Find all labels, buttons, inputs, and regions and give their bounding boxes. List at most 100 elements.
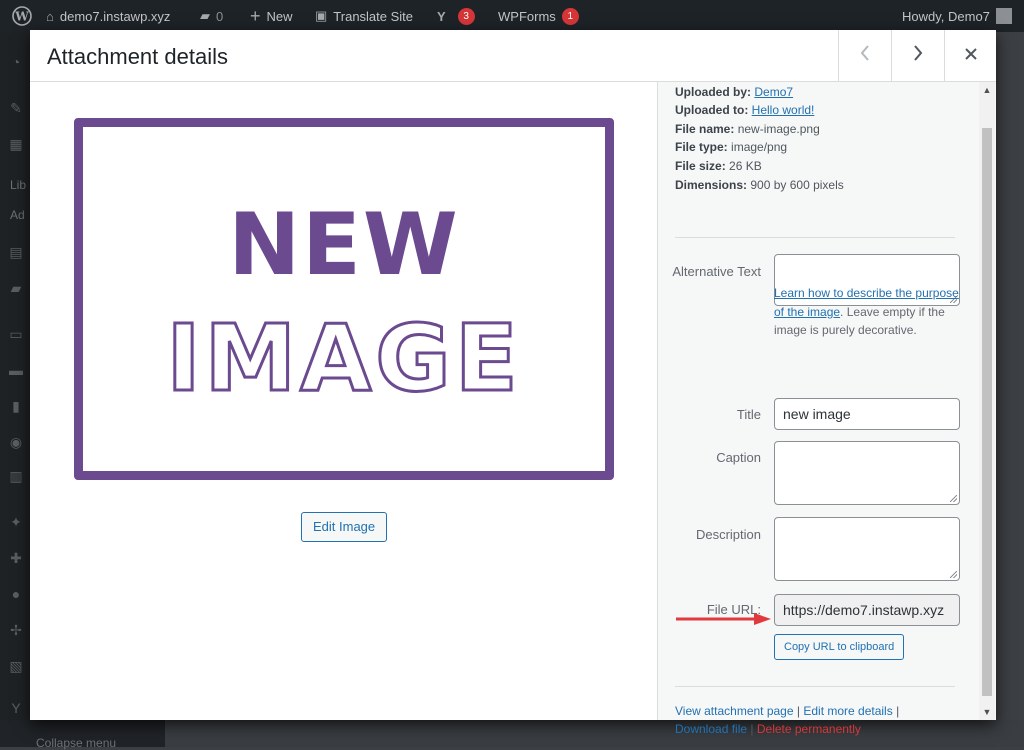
translate-icon: ▣ [315,8,328,23]
site-name-link[interactable]: ⌂ demo7.instawp.xyz [46,0,170,32]
wpforms-label: WPForms [498,8,556,24]
download-file-link[interactable]: Download file [675,722,747,736]
posts-icon[interactable]: ✎ [8,100,24,116]
attachment-actions: View attachment page | Edit more details… [675,702,975,738]
close-button[interactable] [944,30,997,81]
copy-url-button[interactable]: Copy URL to clipboard [774,634,905,660]
dimensions: Dimensions: 900 by 600 pixels [675,178,844,192]
edit-more-details-link[interactable]: Edit more details [803,704,892,718]
yoast-link[interactable]: Y 3 [437,0,475,32]
attachment-image: NEW IMAGE [74,118,614,480]
uploaded-to-label: Uploaded to: [675,103,749,117]
alt-text-help: Learn how to describe the purpose of the… [774,284,964,340]
admin-bar: W ⌂ demo7.instawp.xyz ▰ 0 + New ▣ Transl… [0,0,1024,32]
avatar [995,8,1012,24]
dimensions-value: 900 by 600 pixels [750,178,844,192]
menu-item-add-new[interactable]: Ad [10,208,25,222]
pin-icon[interactable]: ✦ [8,514,24,530]
users-icon[interactable]: ● [8,586,24,602]
comments-count: 0 [216,8,224,24]
file-url-field[interactable]: https://demo7.instawp.xyz [774,594,960,626]
modal-title: Attachment details [47,44,228,69]
file-name: File name: new-image.png [675,122,820,136]
delete-permanently-link[interactable]: Delete permanently [757,722,861,736]
modal-header: Attachment details [30,30,996,82]
translate-site-link[interactable]: ▣ Translate Site [315,0,413,32]
admin-sidebar: ◔ ✎ ▦ Lib Ad ▤ ▰ ▭ ▬ ▮ ◉ ▥ ✦ ✚ ● ✢ ▧ Y [0,32,32,747]
details-divider [675,237,955,238]
edit-image-button[interactable]: Edit Image [301,512,388,542]
scroll-down-icon[interactable]: ▼ [979,704,995,720]
scroll-thumb[interactable] [982,128,992,696]
svg-text:W: W [14,10,29,24]
my-account-link[interactable]: Howdy, Demo7 [902,0,1012,32]
chevron-left-icon [859,44,871,68]
file-type: File type: image/png [675,140,787,154]
uploaded-to: Uploaded to: Hello world! [675,103,814,117]
settings-icon[interactable]: ▧ [8,658,24,674]
uploaded-by-label: Uploaded by: [675,85,752,99]
yoast-icon: Y [437,8,446,24]
wpforms-badge: 1 [561,7,579,25]
annotation-arrow-icon [676,613,771,625]
attachment-preview: NEW IMAGE Edit Image [30,82,657,720]
separator: | [750,722,754,736]
plus-icon: + [250,5,261,26]
file-name-label: File name: [675,122,735,136]
actions-divider [675,686,955,687]
caption-label: Caption [716,450,761,465]
yoast-badge: 3 [457,7,475,25]
title-field[interactable]: new image [774,398,960,430]
translate-label: Translate Site [333,8,414,24]
forms-icon[interactable]: ▭ [8,326,24,342]
uploaded-to-link[interactable]: Hello world! [752,103,815,117]
file-size: File size: 26 KB [675,159,762,173]
attachment-details-modal: Attachment details NEW IMAGE Edit Image … [30,30,996,736]
collapse-menu-strip: Collapse menu [0,720,165,750]
close-icon [964,44,978,67]
view-attachment-link[interactable]: View attachment page [675,704,794,718]
details-scrollbar[interactable]: ▲ ▼ [979,82,995,720]
new-content-link[interactable]: + New [250,0,293,32]
image-text-new: NEW [228,195,460,295]
file-type-value: image/png [731,140,788,154]
file-size-label: File size: [675,159,726,173]
scroll-up-icon[interactable]: ▲ [979,82,995,98]
chevron-right-icon [912,44,924,68]
comments-link[interactable]: ▰ 0 [200,0,223,32]
analytics-icon[interactable]: ▮ [8,398,24,414]
comment-icon: ▰ [200,8,210,23]
table-icon[interactable]: ▥ [8,468,24,484]
dashboard-icon[interactable]: ◔ [8,54,24,70]
collapse-menu-label[interactable]: Collapse menu [36,736,116,750]
image-text-image: IMAGE [165,304,522,414]
caption-field[interactable] [774,441,960,505]
pages-icon[interactable]: ▤ [8,244,24,260]
separator: | [796,704,800,718]
wordpress-logo-icon[interactable]: W [12,0,32,32]
tools-icon[interactable]: ✢ [8,622,24,638]
alt-text-label: Alternative Text [672,264,761,279]
dimensions-label: Dimensions: [675,178,748,192]
separator: | [896,704,900,718]
title-label: Title [736,407,761,422]
uploaded-by-link[interactable]: Demo7 [754,85,793,99]
appearance-icon[interactable]: ▬ [8,362,24,378]
wpforms-link[interactable]: WPForms 1 [498,0,579,32]
next-button[interactable] [891,30,944,81]
description-field[interactable] [774,517,960,581]
comments-menu-icon[interactable]: ▰ [8,280,24,296]
media-icon[interactable]: ▦ [8,136,24,152]
plugins-icon[interactable]: ✚ [8,550,24,566]
yoast-menu-icon[interactable]: Y [8,700,24,716]
menu-item-library[interactable]: Lib [10,178,26,192]
marketing-icon[interactable]: ◉ [8,434,24,450]
howdy-text: Howdy, Demo7 [902,8,990,24]
file-size-value: 26 KB [729,159,762,173]
file-type-label: File type: [675,140,728,154]
site-name: demo7.instawp.xyz [59,8,171,24]
home-icon: ⌂ [46,8,54,24]
previous-button[interactable] [838,30,891,81]
new-label: New [266,8,293,24]
uploaded-by: Uploaded by: Demo7 [675,85,793,99]
